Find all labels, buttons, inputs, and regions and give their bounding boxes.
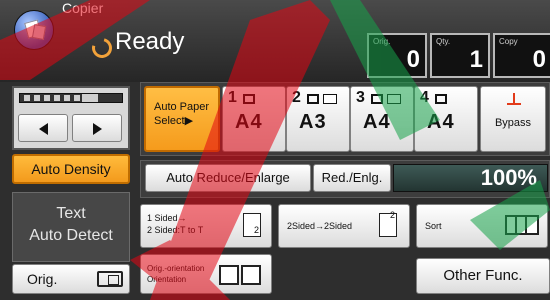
bypass-tray-icon: [507, 93, 521, 107]
sort-button[interactable]: Sort: [416, 204, 548, 248]
copy-counter-value: 0: [532, 46, 546, 73]
tray-4-button[interactable]: 4 A4: [414, 86, 478, 152]
original-type-line2: Auto Detect: [29, 227, 113, 244]
tray-size: A4: [427, 111, 455, 133]
bypass-label: Bypass: [494, 117, 532, 129]
copier-icon: [14, 10, 54, 50]
tray-3-button[interactable]: 3 A4: [350, 86, 414, 152]
bypass-button[interactable]: Bypass: [480, 86, 546, 152]
paper-drawer-icon: [435, 94, 447, 104]
orientation-icon: [219, 265, 263, 285]
tray-number: 4: [420, 89, 429, 106]
original-type-button[interactable]: Text Auto Detect: [12, 192, 130, 262]
paper-drawer-icon: [307, 94, 319, 104]
auto-paper-select-button[interactable]: Auto Paper Select▶: [144, 86, 220, 152]
orig-counter-label: Orig.: [373, 37, 391, 46]
auto-paper-line2: Select▶: [154, 115, 194, 127]
darker-button[interactable]: [72, 114, 122, 142]
paper-drawer-icon: [371, 94, 383, 104]
auto-density-button[interactable]: Auto Density: [12, 154, 130, 184]
sort-label: Sort: [425, 221, 442, 231]
tray-number: 1: [228, 89, 237, 106]
tray-size: A4: [235, 111, 263, 133]
copy-counter: Copy 0: [493, 33, 550, 78]
combine-label: 2Sided→2Sided: [287, 221, 353, 231]
density-level-fill: [82, 94, 98, 102]
sort-icon: [505, 215, 539, 235]
original-type-line1: Text: [56, 205, 86, 222]
left-arrow-icon: [39, 123, 48, 135]
reduce-enlarge-button[interactable]: Red./Enlg.: [313, 164, 391, 192]
duplex-icon: [243, 213, 261, 237]
tray-number: 2: [292, 89, 301, 106]
density-scale: [19, 93, 123, 103]
orig-button[interactable]: Orig.: [12, 264, 130, 294]
other-func-button[interactable]: Other Func.: [416, 258, 550, 294]
paper-sheet-icon: [387, 94, 401, 104]
tray-2-button[interactable]: 2 A3: [286, 86, 350, 152]
header-bar: Copier Ready Orig. 0 Qty. 1 Copy 0: [0, 0, 550, 82]
orig-counter-value: 0: [406, 46, 420, 73]
paper-sheet-icon: [323, 94, 337, 104]
right-arrow-icon: [93, 123, 102, 135]
tray-number: 3: [356, 89, 365, 106]
qty-counter-label: Qty.: [436, 37, 451, 46]
original-icon: [97, 271, 123, 287]
orientation-button[interactable]: Orig.-orientation Orientation: [140, 254, 272, 294]
two-sided-icon: [379, 194, 397, 237]
tray-size: A3: [299, 111, 327, 133]
auto-reduce-enlarge-button[interactable]: Auto Reduce/Enlarge: [145, 164, 311, 192]
duplex-button[interactable]: 1 Sided→ 2 Sided:T to T: [140, 204, 272, 248]
auto-paper-line1: Auto Paper: [154, 101, 210, 113]
copy-counter-label: Copy: [499, 37, 518, 46]
combine-button[interactable]: 2Sided→2Sided: [278, 194, 410, 248]
status-ring-icon: [88, 34, 116, 62]
status-text: Ready: [115, 28, 185, 55]
copier-screen: Copier Ready Orig. 0 Qty. 1 Copy 0 Auto: [0, 0, 550, 300]
tray-size: A4: [363, 111, 391, 133]
orig-counter: Orig. 0: [367, 33, 427, 78]
ratio-display: 100%: [393, 164, 548, 192]
tray-1-button[interactable]: 1 A4: [222, 86, 286, 152]
qty-counter: Qty. 1: [430, 33, 490, 78]
paper-drawer-icon: [243, 94, 255, 104]
orig-button-label: Orig.: [27, 271, 58, 287]
density-panel: [12, 86, 130, 150]
qty-counter-value: 1: [469, 46, 483, 73]
app-name: Copier: [62, 0, 104, 16]
lighter-button[interactable]: [18, 114, 68, 142]
